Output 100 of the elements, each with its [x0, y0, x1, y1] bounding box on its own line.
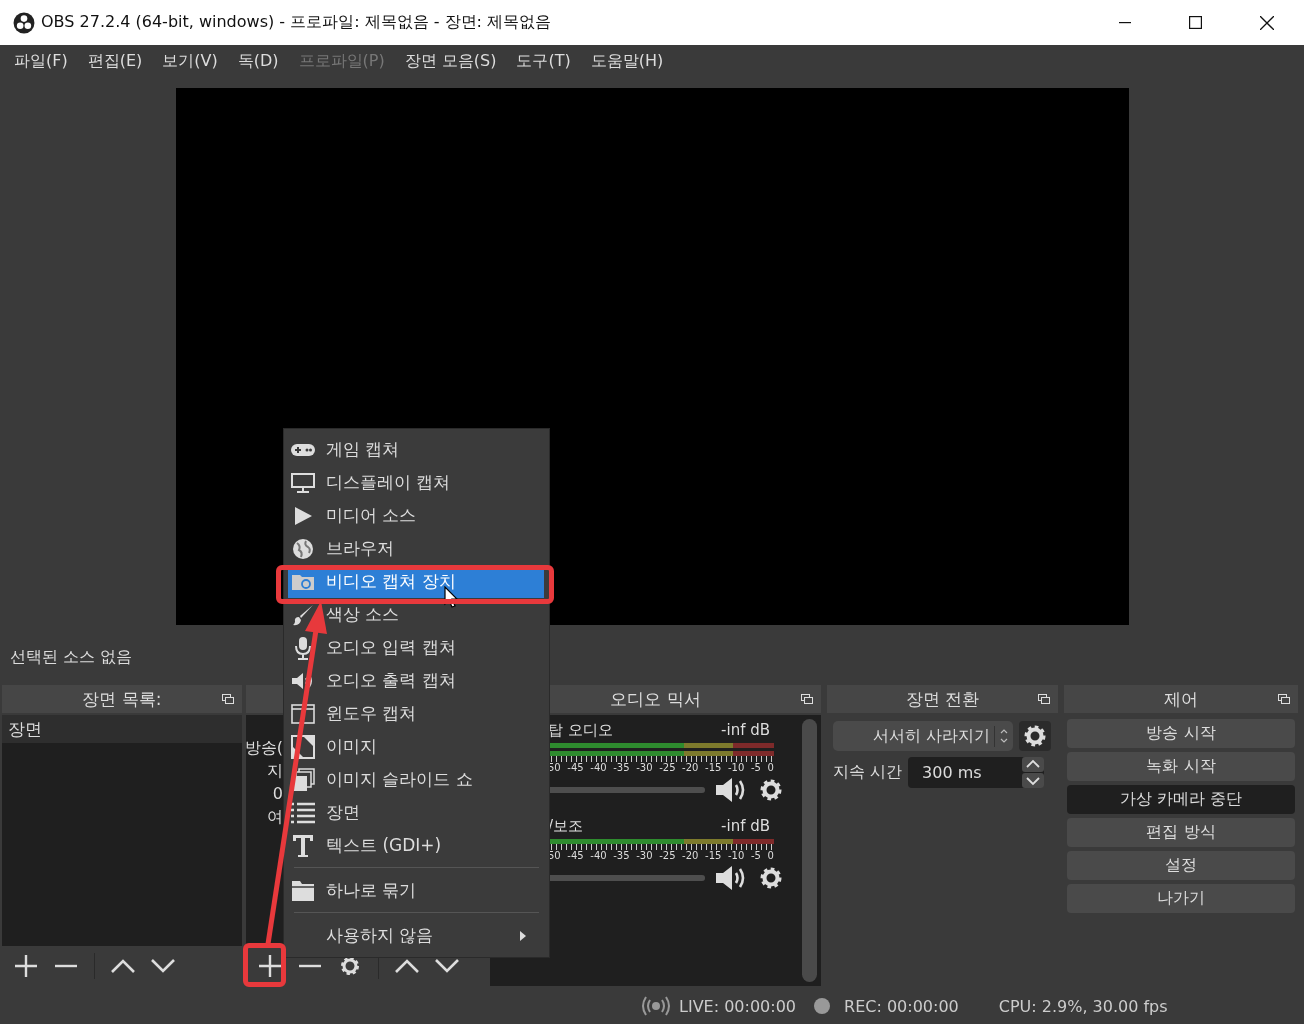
menu-item[interactable]: 오디오 입력 캡쳐: [288, 631, 544, 664]
control-button[interactable]: 녹화 시작: [1067, 752, 1295, 781]
channel-name: 탑 오디오: [548, 721, 613, 741]
menu-item[interactable]: 장면: [288, 796, 544, 829]
broadcast-icon: [641, 996, 671, 1016]
dock-title: 장면 전환: [905, 687, 980, 711]
settings-icon[interactable]: [759, 778, 783, 802]
meter-scale-label: 0: [767, 850, 774, 861]
meter-scale-label: 0: [767, 762, 774, 773]
menu-item[interactable]: 도움말(H): [580, 51, 674, 72]
maximize-icon[interactable]: [1189, 16, 1202, 29]
image-stack-icon: [291, 767, 315, 792]
meter-scale-label: -20: [682, 850, 699, 861]
menu-item[interactable]: 장면 모음(S): [394, 51, 507, 72]
menu-item[interactable]: 독(D): [227, 51, 289, 72]
meter-scale-label: -10: [728, 850, 745, 861]
play-icon: [294, 506, 312, 525]
gamepad-icon: [291, 442, 315, 457]
undock-icon[interactable]: [801, 694, 813, 704]
control-button[interactable]: 편집 방식: [1067, 818, 1295, 847]
menu-item[interactable]: 파일(F): [4, 51, 78, 72]
menu-item[interactable]: 윈도우 캡쳐: [288, 697, 544, 730]
menu-item[interactable]: 디스플레이 캡쳐: [288, 466, 544, 499]
dock-title: 제어: [1164, 687, 1198, 711]
rec-timer: REC: 00:00:00: [844, 996, 959, 1016]
increment-icon[interactable]: [1022, 757, 1045, 772]
menu-item[interactable]: 텍스트 (GDI+): [288, 829, 544, 862]
record-dot-icon: [814, 998, 831, 1014]
undock-icon[interactable]: [1278, 694, 1290, 704]
source-text: 지: [267, 760, 283, 782]
source-text: 여: [267, 806, 283, 828]
meter-scale-label: -15: [705, 762, 722, 773]
image-icon: [291, 734, 315, 759]
meter-scale-label: -30: [636, 762, 653, 773]
minimize-icon[interactable]: [1119, 21, 1131, 24]
app-logo-icon: [13, 11, 35, 34]
scene-item[interactable]: 장면: [2, 715, 242, 743]
duration-field[interactable]: 300 ms: [908, 757, 1045, 788]
menu-item[interactable]: 브라우저: [288, 532, 544, 565]
control-button[interactable]: 방송 시작: [1067, 719, 1295, 748]
speaker-icon: [291, 671, 315, 690]
menu-item[interactable]: 도구(T): [506, 51, 581, 72]
highlight-frame: [243, 943, 286, 987]
control-button[interactable]: 설정: [1067, 851, 1295, 880]
text-icon: [292, 833, 314, 858]
cpu-stats: CPU: 2.9%, 30.00 fps: [998, 996, 1168, 1016]
menu-item[interactable]: 사용하지 않음: [288, 919, 544, 952]
settings-icon: [1023, 724, 1047, 748]
meter-scale-label: -5: [750, 850, 761, 861]
meter-scale-label: -15: [705, 850, 722, 861]
brush-icon: [292, 603, 314, 626]
control-button[interactable]: 나가기: [1067, 884, 1295, 913]
menu-item[interactable]: 편집(E): [77, 51, 153, 72]
menu-item[interactable]: 하나로 묶기: [288, 874, 544, 907]
meter-scale-label: -35: [613, 762, 630, 773]
menu-item[interactable]: 이미지: [288, 730, 544, 763]
decrement-icon[interactable]: [1022, 773, 1045, 788]
meter-scale-label: -25: [659, 850, 676, 861]
meter-scale-label: -45: [567, 762, 584, 773]
volume-reading: -inf dB: [721, 817, 770, 837]
meter-scale-label: -25: [659, 762, 676, 773]
menu-item[interactable]: 미디어 소스: [288, 499, 544, 532]
transition-settings-button[interactable]: [1019, 721, 1051, 751]
dock-title: 오디오 믹서: [610, 687, 701, 711]
menu-item[interactable]: 게임 캡쳐: [288, 433, 544, 466]
menu-item[interactable]: 이미지 슬라이드 쇼: [288, 763, 544, 796]
undock-icon[interactable]: [222, 694, 234, 704]
selection-status: 선택된 소스 없음: [10, 647, 133, 668]
undock-icon[interactable]: [1038, 694, 1050, 704]
meter-scale-label: -40: [590, 850, 607, 861]
live-timer: LIVE: 00:00:00: [679, 996, 797, 1016]
chevron-icon: [999, 727, 1009, 745]
add-icon[interactable]: [14, 954, 38, 978]
window-title: OBS 27.2.4 (64-bit, windows) - 프로파일: 제목없음 - 장면: 제목없음: [41, 12, 552, 33]
menu-item[interactable]: 보기(V): [152, 51, 228, 72]
source-text: 방송(: [244, 737, 283, 759]
meter-scale-label: -45: [567, 850, 584, 861]
meter-scale-label: -10: [728, 762, 745, 773]
source-text: 0: [272, 783, 283, 805]
add-icon[interactable]: [258, 954, 282, 978]
globe-icon: [292, 537, 314, 560]
control-button[interactable]: 가상 카메라 중단: [1067, 785, 1295, 814]
folder-icon: [291, 879, 315, 902]
submenu-arrow-icon: [520, 930, 526, 941]
microphone-icon: [294, 635, 312, 660]
scrollbar[interactable]: [802, 719, 817, 982]
volume-reading: -inf dB: [721, 721, 770, 741]
settings-icon[interactable]: [759, 866, 783, 890]
monitor-icon: [291, 472, 315, 493]
camera-icon: [291, 572, 315, 591]
close-icon[interactable]: [1260, 15, 1274, 30]
window-icon: [291, 703, 315, 724]
meter-scale-label: -5: [750, 762, 761, 773]
meter-scale-label: -35: [613, 850, 630, 861]
menu-item[interactable]: 오디오 출력 캡쳐: [288, 664, 544, 697]
meter-scale-label: -30: [636, 850, 653, 861]
meter-scale-label: -40: [590, 762, 607, 773]
duration-label: 지속 시간: [833, 762, 903, 783]
dock-title: 장면 목록:: [82, 687, 162, 711]
transition-dropdown[interactable]: 서서히 사라지기: [833, 721, 1013, 751]
